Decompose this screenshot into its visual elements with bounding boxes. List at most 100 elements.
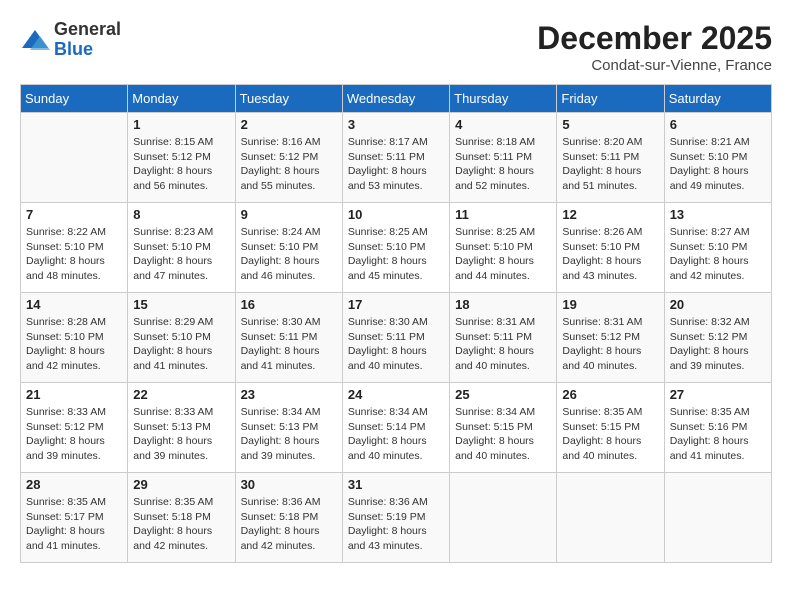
- day-number: 14: [26, 297, 122, 312]
- weekday-header-thursday: Thursday: [450, 85, 557, 113]
- day-number: 25: [455, 387, 551, 402]
- calendar-cell: 28Sunrise: 8:35 AM Sunset: 5:17 PM Dayli…: [21, 473, 128, 563]
- day-number: 7: [26, 207, 122, 222]
- day-info: Sunrise: 8:23 AM Sunset: 5:10 PM Dayligh…: [133, 225, 229, 284]
- title-block: December 2025 Condat-sur-Vienne, France: [537, 20, 772, 74]
- calendar-cell: [21, 113, 128, 203]
- page-header: General Blue December 2025 Condat-sur-Vi…: [20, 20, 772, 74]
- day-info: Sunrise: 8:28 AM Sunset: 5:10 PM Dayligh…: [26, 315, 122, 374]
- day-info: Sunrise: 8:17 AM Sunset: 5:11 PM Dayligh…: [348, 135, 444, 194]
- calendar-cell: 6 Sunrise: 8:21 AM Sunset: 5:10 PM Daylig…: [664, 113, 771, 203]
- day-info: Sunrise: 8:29 AM Sunset: 5:10 PM Dayligh…: [133, 315, 229, 374]
- calendar-cell: 20 Sunrise: 8:32 AM Sunset: 5:12 PM Dayli…: [664, 293, 771, 383]
- calendar-cell: 1 Sunrise: 8:15 AM Sunset: 5:12 PM Daylig…: [128, 113, 235, 203]
- calendar-cell: 19 Sunrise: 8:31 AM Sunset: 5:12 PM Dayli…: [557, 293, 664, 383]
- calendar-cell: 8 Sunrise: 8:23 AM Sunset: 5:10 PM Daylig…: [128, 203, 235, 293]
- day-number: 12: [562, 207, 658, 222]
- calendar-cell: 4 Sunrise: 8:18 AM Sunset: 5:11 PM Daylig…: [450, 113, 557, 203]
- logo-text: General Blue: [54, 20, 121, 60]
- day-number: 29: [133, 477, 229, 492]
- calendar-cell: 2 Sunrise: 8:16 AM Sunset: 5:12 PM Daylig…: [235, 113, 342, 203]
- calendar-cell: [557, 473, 664, 563]
- day-number: 3: [348, 117, 444, 132]
- day-number: 6: [670, 117, 766, 132]
- day-number: 15: [133, 297, 229, 312]
- weekday-header-monday: Monday: [128, 85, 235, 113]
- day-info: Sunrise: 8:25 AM Sunset: 5:10 PM Dayligh…: [455, 225, 551, 284]
- calendar-cell: 16 Sunrise: 8:30 AM Sunset: 5:11 PM Dayli…: [235, 293, 342, 383]
- calendar-cell: [664, 473, 771, 563]
- calendar-cell: 30 Sunrise: 8:36 AM Sunset: 5:18 PM Dayli…: [235, 473, 342, 563]
- day-info: Sunrise: 8:25 AM Sunset: 5:10 PM Dayligh…: [348, 225, 444, 284]
- day-info: Sunrise: 8:21 AM Sunset: 5:10 PM Dayligh…: [670, 135, 766, 194]
- calendar-cell: 7 Sunrise: 8:22 AM Sunset: 5:10 PM Daylig…: [21, 203, 128, 293]
- calendar-cell: 3 Sunrise: 8:17 AM Sunset: 5:11 PM Daylig…: [342, 113, 449, 203]
- calendar-week-row: 14 Sunrise: 8:28 AM Sunset: 5:10 PM Dayli…: [21, 293, 772, 383]
- calendar-week-row: 28Sunrise: 8:35 AM Sunset: 5:17 PM Dayli…: [21, 473, 772, 563]
- day-number: 27: [670, 387, 766, 402]
- calendar-cell: 15 Sunrise: 8:29 AM Sunset: 5:10 PM Dayli…: [128, 293, 235, 383]
- day-info: Sunrise: 8:36 AM Sunset: 5:18 PM Dayligh…: [241, 495, 337, 554]
- day-info: Sunrise: 8:30 AM Sunset: 5:11 PM Dayligh…: [348, 315, 444, 374]
- day-info: Sunrise: 8:33 AM Sunset: 5:12 PM Dayligh…: [26, 405, 122, 464]
- day-info: Sunrise: 8:30 AM Sunset: 5:11 PM Dayligh…: [241, 315, 337, 374]
- calendar-cell: 22 Sunrise: 8:33 AM Sunset: 5:13 PM Dayli…: [128, 383, 235, 473]
- day-number: 21: [26, 387, 122, 402]
- calendar-week-row: 7 Sunrise: 8:22 AM Sunset: 5:10 PM Daylig…: [21, 203, 772, 293]
- day-info: Sunrise: 8:34 AM Sunset: 5:15 PM Dayligh…: [455, 405, 551, 464]
- calendar-cell: 31 Sunrise: 8:36 AM Sunset: 5:19 PM Dayli…: [342, 473, 449, 563]
- calendar-cell: 11Sunrise: 8:25 AM Sunset: 5:10 PM Dayli…: [450, 203, 557, 293]
- day-number: 5: [562, 117, 658, 132]
- calendar-cell: 12 Sunrise: 8:26 AM Sunset: 5:10 PM Dayli…: [557, 203, 664, 293]
- calendar-table: SundayMondayTuesdayWednesdayThursdayFrid…: [20, 84, 772, 563]
- calendar-cell: 17 Sunrise: 8:30 AM Sunset: 5:11 PM Dayli…: [342, 293, 449, 383]
- day-info: Sunrise: 8:33 AM Sunset: 5:13 PM Dayligh…: [133, 405, 229, 464]
- day-info: Sunrise: 8:26 AM Sunset: 5:10 PM Dayligh…: [562, 225, 658, 284]
- day-number: 28: [26, 477, 122, 492]
- day-info: Sunrise: 8:18 AM Sunset: 5:11 PM Dayligh…: [455, 135, 551, 194]
- calendar-cell: 24Sunrise: 8:34 AM Sunset: 5:14 PM Dayli…: [342, 383, 449, 473]
- calendar-cell: 27Sunrise: 8:35 AM Sunset: 5:16 PM Dayli…: [664, 383, 771, 473]
- day-number: 18: [455, 297, 551, 312]
- day-info: Sunrise: 8:20 AM Sunset: 5:11 PM Dayligh…: [562, 135, 658, 194]
- calendar-cell: 29 Sunrise: 8:35 AM Sunset: 5:18 PM Dayli…: [128, 473, 235, 563]
- day-info: Sunrise: 8:35 AM Sunset: 5:18 PM Dayligh…: [133, 495, 229, 554]
- day-number: 1: [133, 117, 229, 132]
- calendar-cell: 5 Sunrise: 8:20 AM Sunset: 5:11 PM Daylig…: [557, 113, 664, 203]
- day-number: 17: [348, 297, 444, 312]
- day-info: Sunrise: 8:31 AM Sunset: 5:11 PM Dayligh…: [455, 315, 551, 374]
- day-info: Sunrise: 8:36 AM Sunset: 5:19 PM Dayligh…: [348, 495, 444, 554]
- calendar-week-row: 21 Sunrise: 8:33 AM Sunset: 5:12 PM Dayli…: [21, 383, 772, 473]
- day-number: 16: [241, 297, 337, 312]
- day-number: 20: [670, 297, 766, 312]
- calendar-cell: 18 Sunrise: 8:31 AM Sunset: 5:11 PM Dayli…: [450, 293, 557, 383]
- day-info: Sunrise: 8:34 AM Sunset: 5:13 PM Dayligh…: [241, 405, 337, 464]
- day-info: Sunrise: 8:16 AM Sunset: 5:12 PM Dayligh…: [241, 135, 337, 194]
- day-number: 26: [562, 387, 658, 402]
- day-number: 2: [241, 117, 337, 132]
- weekday-header-tuesday: Tuesday: [235, 85, 342, 113]
- location: Condat-sur-Vienne, France: [537, 57, 772, 74]
- day-info: Sunrise: 8:22 AM Sunset: 5:10 PM Dayligh…: [26, 225, 122, 284]
- day-number: 22: [133, 387, 229, 402]
- day-number: 23: [241, 387, 337, 402]
- calendar-cell: 23 Sunrise: 8:34 AM Sunset: 5:13 PM Dayli…: [235, 383, 342, 473]
- day-number: 30: [241, 477, 337, 492]
- day-number: 19: [562, 297, 658, 312]
- day-number: 4: [455, 117, 551, 132]
- day-info: Sunrise: 8:31 AM Sunset: 5:12 PM Dayligh…: [562, 315, 658, 374]
- calendar-cell: 9Sunrise: 8:24 AM Sunset: 5:10 PM Daylig…: [235, 203, 342, 293]
- day-info: Sunrise: 8:15 AM Sunset: 5:12 PM Dayligh…: [133, 135, 229, 194]
- day-info: Sunrise: 8:32 AM Sunset: 5:12 PM Dayligh…: [670, 315, 766, 374]
- day-number: 31: [348, 477, 444, 492]
- calendar-cell: 13 Sunrise: 8:27 AM Sunset: 5:10 PM Dayli…: [664, 203, 771, 293]
- day-info: Sunrise: 8:24 AM Sunset: 5:10 PM Dayligh…: [241, 225, 337, 284]
- calendar-cell: 14 Sunrise: 8:28 AM Sunset: 5:10 PM Dayli…: [21, 293, 128, 383]
- weekday-header-sunday: Sunday: [21, 85, 128, 113]
- day-info: Sunrise: 8:27 AM Sunset: 5:10 PM Dayligh…: [670, 225, 766, 284]
- calendar-week-row: 1 Sunrise: 8:15 AM Sunset: 5:12 PM Daylig…: [21, 113, 772, 203]
- day-number: 13: [670, 207, 766, 222]
- day-number: 8: [133, 207, 229, 222]
- logo: General Blue: [20, 20, 121, 60]
- calendar-cell: 25 Sunrise: 8:34 AM Sunset: 5:15 PM Dayli…: [450, 383, 557, 473]
